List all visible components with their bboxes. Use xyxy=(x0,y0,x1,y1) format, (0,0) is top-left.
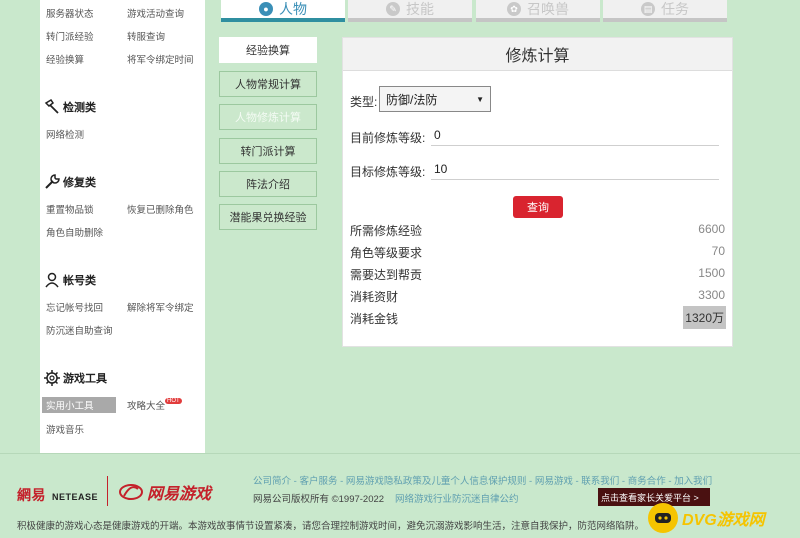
sidebar-link-school-transfer-exp[interactable]: 转门派经验 xyxy=(46,29,94,43)
type-select-value: 防御/法防 xyxy=(386,92,438,107)
result-value: 3300 xyxy=(698,288,725,302)
sidebar-link-anti-addiction-query[interactable]: 防沉迷自助查询 xyxy=(46,323,113,337)
netease-logo-cn: 網易 xyxy=(17,487,46,503)
current-level-input[interactable]: 0 xyxy=(431,124,719,146)
result-label: 消耗金钱 xyxy=(350,312,399,326)
type-label: 类型: xyxy=(350,95,378,109)
skill-icon: ✎ xyxy=(386,2,400,16)
menu-character-regular-calc[interactable]: 人物常规计算 xyxy=(219,71,317,97)
watermark-text: DVG游戏网 xyxy=(682,512,765,529)
hot-badge: HOT xyxy=(165,398,182,404)
result-label: 需要达到帮贡 xyxy=(350,268,423,282)
sidebar-link-utility-tools[interactable]: 实用小工具 xyxy=(42,397,116,413)
panel-title: 修炼计算 xyxy=(343,38,732,71)
sidebar-link-guides[interactable]: 攻略大全 HOT xyxy=(127,398,182,412)
sidebar-link-server-status[interactable]: 服务器状态 xyxy=(46,6,94,20)
watermark: DVG游戏网 xyxy=(648,502,794,534)
footer-links[interactable]: 公司简介 - 客户服务 - 网易游戏隐私政策及儿童个人信息保护规则 - 网易游戏… xyxy=(253,473,712,487)
tab-character-label: 人物 xyxy=(279,1,307,17)
sidebar-section-account: 帐号类 xyxy=(43,271,96,289)
sidebar-link-guides-label: 攻略大全 xyxy=(127,401,166,412)
sidebar-section-tools: 游戏工具 xyxy=(43,369,107,387)
sidebar-link-activity-query[interactable]: 游戏活动查询 xyxy=(127,6,184,20)
sidebar-link-network-check[interactable]: 网络检测 xyxy=(46,127,84,141)
self-discipline-link[interactable]: 网络游戏行业防沉迷自律公约 xyxy=(395,491,519,505)
type-select[interactable]: 防御/法防 ▼ xyxy=(379,86,491,112)
sidebar-section-detect: 检测类 xyxy=(43,98,96,116)
sidebar-link-unbind-token[interactable]: 解除将军令绑定 xyxy=(127,300,194,314)
netease-logo-en: NETEASE xyxy=(52,492,99,502)
target-level-input[interactable]: 10 xyxy=(431,158,719,180)
sidebar-section-account-title: 帐号类 xyxy=(63,275,96,287)
tab-skills[interactable]: ✎ 技能 xyxy=(348,0,472,22)
gamepad-icon xyxy=(648,503,678,533)
logo-divider xyxy=(107,476,108,506)
sidebar-link-restore-role[interactable]: 恢复已删除角色 xyxy=(127,202,194,216)
netease-logo[interactable]: 網易 NETEASE xyxy=(17,485,98,505)
sidebar-link-token-bind-time[interactable]: 将军令绑定时间 xyxy=(127,52,194,66)
tab-character[interactable]: ● 人物 xyxy=(221,0,345,22)
query-button[interactable]: 查询 xyxy=(513,196,563,218)
sidebar-link-server-transfer-query[interactable]: 转服查询 xyxy=(127,29,165,43)
tab-summons[interactable]: ✿ 召唤兽 xyxy=(476,0,600,22)
tab-skills-label: 技能 xyxy=(406,1,434,17)
hammer-icon xyxy=(44,98,59,114)
menu-school-transfer-calc[interactable]: 转门派计算 xyxy=(219,138,317,164)
sidebar-section-tools-title: 游戏工具 xyxy=(63,373,107,385)
gear-icon xyxy=(44,370,60,386)
netease-games-emblem-icon xyxy=(119,484,143,500)
tab-summons-label: 召唤兽 xyxy=(527,1,569,17)
menu-potential-fruit-exp[interactable]: 潜能果兑换经验 xyxy=(219,204,317,230)
sidebar-link-game-music[interactable]: 游戏音乐 xyxy=(46,422,84,436)
target-level-label: 目标修炼等级: xyxy=(350,165,426,179)
sidebar-section-repair: 修复类 xyxy=(43,173,96,191)
result-value: 1500 xyxy=(698,266,725,280)
cultivation-panel: 修炼计算 类型: 防御/法防 ▼ 目前修炼等级: 0 目标修炼等级: 10 查询… xyxy=(342,37,733,347)
sidebar-link-self-delete-role[interactable]: 角色自助删除 xyxy=(46,225,103,239)
current-level-label: 目前修炼等级: xyxy=(350,131,426,145)
copyright: 网易公司版权所有 ©1997-2022 xyxy=(253,494,385,505)
sidebar-link-reset-item-lock[interactable]: 重置物品锁 xyxy=(46,202,94,216)
result-value: 1320万 xyxy=(683,306,726,329)
sidebar-section-detect-title: 检测类 xyxy=(63,102,96,114)
menu-formation-intro[interactable]: 阵法介绍 xyxy=(219,171,317,197)
user-icon xyxy=(45,272,59,288)
sidebar-link-account-recovery[interactable]: 忘记帐号找回 xyxy=(46,300,103,314)
book-icon: ▤ xyxy=(641,2,655,16)
tab-quests[interactable]: ▤ 任务 xyxy=(603,0,727,22)
result-value: 6600 xyxy=(698,222,725,236)
wrench-icon xyxy=(45,174,60,189)
footer: 網易 NETEASE 网易游戏 公司简介 - 客户服务 - 网易游戏隐私政策及儿童… xyxy=(0,453,800,538)
netease-games-logo[interactable]: 网易游戏 xyxy=(118,480,211,504)
result-label: 消耗资财 xyxy=(350,290,399,304)
sidebar-section-repair-title: 修复类 xyxy=(63,177,96,189)
menu-exp-convert[interactable]: 经验换算 xyxy=(219,37,317,63)
menu-character-cultivation-calc[interactable]: 人物修炼计算 xyxy=(219,104,317,130)
netease-games-text: 网易游戏 xyxy=(147,486,212,503)
result-value: 70 xyxy=(711,244,725,258)
person-icon: ● xyxy=(259,2,273,16)
result-label: 所需修炼经验 xyxy=(350,224,423,238)
pet-icon: ✿ xyxy=(507,2,521,16)
result-label: 角色等级要求 xyxy=(350,246,423,260)
sidebar-link-exp-convert[interactable]: 经验换算 xyxy=(46,52,84,66)
left-sidebar: 服务器状态 游戏活动查询 转门派经验 转服查询 经验换算 将军令绑定时间 检测类… xyxy=(40,0,205,453)
tab-quests-label: 任务 xyxy=(661,1,689,17)
health-notice: 积极健康的游戏心态是健康游戏的开端。本游戏故事情节设置紧凑，请您合理控制游戏时间… xyxy=(17,521,645,532)
chevron-down-icon: ▼ xyxy=(476,94,484,104)
